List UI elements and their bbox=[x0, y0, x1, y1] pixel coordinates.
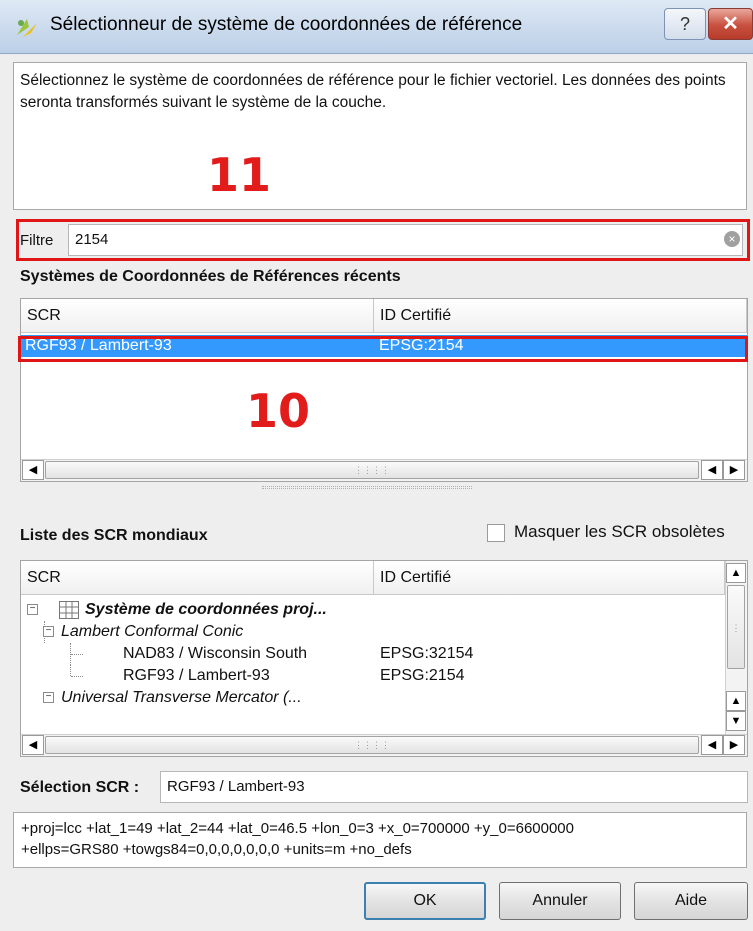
recent-hscrollbar[interactable]: ◀ ⋮⋮⋮⋮ ◀ ▶ bbox=[21, 459, 747, 481]
qgis-icon bbox=[17, 19, 37, 37]
highlight-row bbox=[18, 336, 748, 362]
col-id-world[interactable]: ID Certifié bbox=[374, 561, 725, 595]
proj-line-2: +ellps=GRS80 +towgs84=0,0,0,0,0,0,0 +uni… bbox=[21, 841, 412, 858]
selection-field[interactable]: RGF93 / Lambert-93 bbox=[160, 771, 748, 803]
world-table: SCR ID Certifié − Système de coordonnées… bbox=[20, 560, 748, 757]
world-hscrollbar[interactable]: ◀ ⋮⋮⋮⋮ ◀ ▶ bbox=[21, 734, 747, 756]
help-title-button[interactable]: ? bbox=[664, 8, 706, 40]
highlight-filter bbox=[16, 219, 750, 261]
hide-obsolete-label: Masquer les SCR obsolètes bbox=[514, 522, 725, 541]
info-text: Sélectionnez le système de coordonnées d… bbox=[13, 62, 747, 210]
item-id: EPSG:32154 bbox=[380, 645, 474, 662]
scroll-left-icon-2[interactable]: ◀ bbox=[701, 735, 723, 755]
col-id[interactable]: ID Certifié bbox=[374, 299, 747, 333]
selection-label: Sélection SCR : bbox=[20, 779, 140, 796]
annotation-10: 10 bbox=[246, 384, 311, 438]
close-button[interactable]: ✕ bbox=[708, 8, 753, 40]
tree-root-label: Système de coordonnées proj... bbox=[85, 601, 327, 618]
scroll-thumb[interactable]: ⋮⋮⋮⋮ bbox=[45, 736, 699, 754]
proj-string: +proj=lcc +lat_1=49 +lat_2=44 +lat_0=46.… bbox=[13, 812, 747, 868]
scroll-left-icon[interactable]: ◀ bbox=[22, 735, 44, 755]
col-scr[interactable]: SCR bbox=[21, 299, 374, 333]
scroll-left-icon[interactable]: ◀ bbox=[22, 460, 44, 480]
scroll-thumb[interactable]: ⋮⋮⋮⋮ bbox=[45, 461, 699, 479]
recent-table: SCR ID Certifié RGF93 / Lambert-93 EPSG:… bbox=[20, 298, 748, 482]
tree-line bbox=[71, 654, 83, 655]
cancel-button[interactable]: Annuler bbox=[499, 882, 621, 920]
window-title: Sélectionneur de système de coordonnées … bbox=[50, 14, 523, 35]
tree-group-lcc-label: Lambert Conformal Conic bbox=[61, 623, 244, 640]
tree-group-utm-label: Universal Transverse Mercator (... bbox=[61, 689, 302, 706]
col-scr-world[interactable]: SCR bbox=[21, 561, 374, 595]
recent-title: Systèmes de Coordonnées de Références ré… bbox=[20, 268, 401, 285]
scroll-up-icon-2[interactable]: ▲ bbox=[726, 691, 746, 711]
item-id: EPSG:2154 bbox=[380, 667, 465, 684]
item-name: NAD83 / Wisconsin South bbox=[123, 645, 308, 662]
title-bar: Sélectionneur de système de coordonnées … bbox=[0, 0, 753, 54]
tree-line bbox=[70, 665, 71, 676]
grid-icon bbox=[59, 601, 79, 619]
hide-obsolete-checkbox[interactable] bbox=[487, 524, 505, 542]
world-title: Liste des SCR mondiaux bbox=[20, 527, 208, 544]
collapse-icon[interactable]: − bbox=[27, 604, 38, 615]
scroll-up-icon[interactable]: ▲ bbox=[726, 563, 746, 583]
vscroll-thumb[interactable]: ⋮ bbox=[727, 585, 745, 669]
scroll-left-icon-2[interactable]: ◀ bbox=[701, 460, 723, 480]
list-item[interactable]: NAD83 / Wisconsin South EPSG:32154 bbox=[85, 643, 725, 665]
collapse-icon[interactable]: − bbox=[43, 626, 54, 637]
list-item[interactable]: RGF93 / Lambert-93 EPSG:2154 bbox=[85, 665, 725, 687]
scroll-right-icon[interactable]: ▶ bbox=[723, 735, 745, 755]
crs-dialog: Sélectionnez le système de coordonnées d… bbox=[0, 54, 753, 931]
world-vscrollbar[interactable]: ▲ ⋮ ▲ ▼ bbox=[725, 561, 747, 734]
proj-line-1: +proj=lcc +lat_1=49 +lat_2=44 +lat_0=46.… bbox=[21, 820, 574, 837]
ok-button[interactable]: OK bbox=[364, 882, 486, 920]
tree-line bbox=[71, 676, 83, 677]
help-button[interactable]: Aide bbox=[634, 882, 748, 920]
item-name: RGF93 / Lambert-93 bbox=[123, 667, 270, 684]
scroll-down-icon[interactable]: ▼ bbox=[726, 711, 746, 731]
annotation-11: 11 bbox=[207, 148, 272, 202]
splitter-handle[interactable] bbox=[262, 486, 472, 489]
collapse-icon[interactable]: − bbox=[43, 692, 54, 703]
scroll-right-icon[interactable]: ▶ bbox=[723, 460, 745, 480]
